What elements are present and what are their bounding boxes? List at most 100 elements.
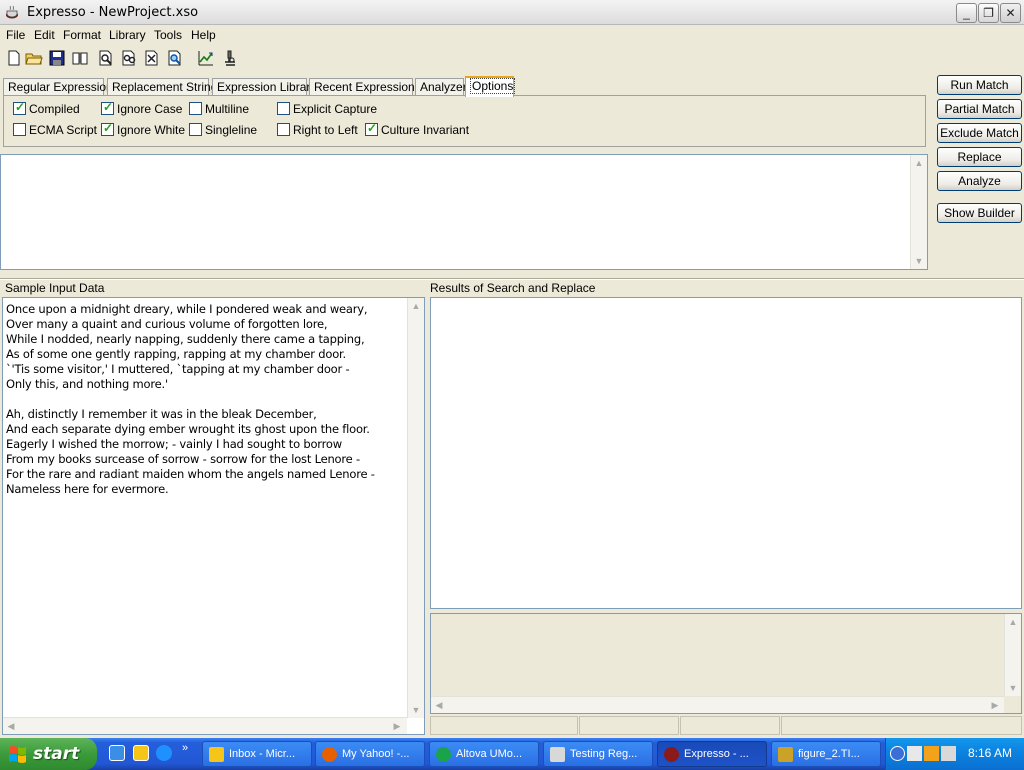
outlook-icon [209, 747, 224, 762]
find-next-icon[interactable] [120, 49, 138, 67]
analyze-button[interactable]: Analyze [937, 171, 1022, 191]
explicit-capture-checkbox[interactable] [277, 102, 290, 115]
scroll-right-icon[interactable]: ▶ [389, 718, 405, 734]
regex-editor[interactable]: ▲ ▼ [0, 154, 928, 270]
sample-input-line: Eagerly I wished the morrow; - vainly I … [6, 437, 342, 451]
singleline-checkbox[interactable] [189, 123, 202, 136]
ignore-case-checkbox[interactable] [101, 100, 114, 115]
tab-regular-expression[interactable]: Regular Expression [3, 78, 113, 96]
results-detail-pane[interactable]: ▲ ▼ ◀ ▶ [430, 613, 1022, 714]
status-panel [430, 716, 578, 735]
scroll-down-icon[interactable]: ▼ [408, 702, 424, 718]
ignore-white-checkbox[interactable] [101, 121, 114, 136]
window-title: Expresso - NewProject.xso [27, 5, 199, 20]
firefox-icon [322, 747, 337, 762]
menu-edit[interactable]: Edit [34, 28, 55, 42]
find-icon[interactable] [97, 49, 115, 67]
results-pane[interactable] [430, 297, 1022, 609]
scroll-up-icon[interactable]: ▲ [911, 155, 927, 171]
tab-analyzer[interactable]: Analyzer [415, 78, 467, 96]
close-button[interactable]: ✕ [1000, 3, 1021, 23]
save-icon[interactable] [48, 49, 66, 67]
start-button[interactable]: start [0, 738, 97, 770]
menu-format[interactable]: Format [63, 28, 101, 42]
scroll-down-icon[interactable]: ▼ [1005, 680, 1021, 696]
splitter[interactable] [0, 278, 1024, 280]
ecma-script-checkbox[interactable] [13, 123, 26, 136]
replace-button[interactable]: Replace [937, 147, 1022, 167]
menu-tools[interactable]: Tools [154, 28, 182, 42]
microscope-icon[interactable] [221, 49, 239, 67]
sample-input-line: Ah, distinctly I remember it was in the … [6, 407, 317, 421]
find-all-icon[interactable] [166, 49, 184, 67]
library-book-icon[interactable] [71, 49, 89, 67]
minimize-button[interactable]: _ [956, 3, 977, 23]
sample-input-line: Only this, and nothing more.' [6, 377, 168, 391]
expresso-window: Expresso - NewProject.xso _ ❐ ✕ File Edi… [0, 0, 1024, 738]
restore-icon: ❐ [983, 6, 994, 20]
menu-bar: File Edit Format Library Tools Help [0, 25, 1024, 44]
culture-invariant-checkbox[interactable] [365, 121, 378, 136]
partial-match-button[interactable]: Partial Match [937, 99, 1022, 119]
menu-help[interactable]: Help [191, 28, 216, 42]
open-folder-icon[interactable] [25, 49, 43, 67]
taskbar: start » Inbox - Micr... My Yahoo! -... A… [0, 738, 1024, 770]
tray-collapse-icon[interactable] [890, 746, 905, 761]
run-match-button[interactable]: Run Match [937, 75, 1022, 95]
status-panel [781, 716, 1022, 735]
scroll-right-icon[interactable]: ▶ [987, 697, 1003, 713]
restore-button[interactable]: ❐ [978, 3, 999, 23]
replace-icon[interactable] [143, 49, 161, 67]
clock: 8:16 AM [968, 746, 1013, 760]
title-bar: Expresso - NewProject.xso _ ❐ ✕ [0, 0, 1024, 25]
sample-input-line: For the rare and radiant maiden whom the… [6, 467, 375, 481]
ignore-case-label: Ignore Case [117, 102, 183, 116]
task-testing-reg[interactable]: Testing Reg... [543, 741, 653, 767]
task-inbox[interactable]: Inbox - Micr... [202, 741, 312, 767]
show-builder-button[interactable]: Show Builder [937, 203, 1022, 223]
windows-flag-icon [9, 746, 26, 763]
scroll-up-icon[interactable]: ▲ [1005, 614, 1021, 630]
task-altova[interactable]: Altova UMo... [429, 741, 539, 767]
quicklaunch-more-icon[interactable]: » [182, 742, 188, 754]
tab-recent-expressions[interactable]: Recent Expressions [309, 78, 421, 96]
regex-editor-scrollbar[interactable]: ▲ ▼ [910, 155, 927, 269]
tray-u3-icon[interactable] [924, 746, 939, 761]
menu-library[interactable]: Library [109, 28, 146, 42]
right-to-left-checkbox[interactable] [277, 123, 290, 136]
sample-input-line: Nameless here for evermore. [6, 482, 169, 496]
task-my-yahoo[interactable]: My Yahoo! -... [315, 741, 425, 767]
status-panel [579, 716, 679, 735]
sample-input-label: Sample Input Data [5, 281, 105, 295]
sample-input-textarea[interactable]: Once upon a midnight dreary, while I pon… [2, 297, 425, 735]
document-icon [550, 747, 565, 762]
results-detail-vscrollbar[interactable]: ▲ ▼ [1004, 614, 1021, 696]
compiled-checkbox[interactable] [13, 100, 26, 115]
multiline-label: Multiline [205, 102, 250, 116]
sample-input-vscrollbar[interactable]: ▲ ▼ [407, 298, 424, 718]
scroll-down-icon[interactable]: ▼ [911, 253, 927, 269]
close-icon: ✕ [1005, 6, 1016, 20]
scroll-left-icon[interactable]: ◀ [3, 718, 19, 734]
scroll-up-icon[interactable]: ▲ [408, 298, 424, 314]
tray-network-icon[interactable] [907, 746, 922, 761]
multiline-checkbox[interactable] [189, 102, 202, 115]
task-expresso[interactable]: Expresso - ... [657, 741, 767, 767]
tab-expression-library[interactable]: Expression Library [212, 78, 316, 96]
chart-icon[interactable] [197, 49, 215, 67]
tray-device-icon[interactable] [941, 746, 956, 761]
new-file-icon[interactable] [5, 49, 23, 67]
scroll-left-icon[interactable]: ◀ [431, 697, 447, 713]
menu-file[interactable]: File [6, 28, 25, 42]
quicklaunch-ie-icon[interactable] [156, 745, 172, 761]
results-detail-hscrollbar[interactable]: ◀ ▶ [431, 696, 1004, 713]
culture-invariant-label: Culture Invariant [381, 123, 470, 137]
tab-options[interactable]: Options [465, 76, 516, 97]
sample-input-hscrollbar[interactable]: ◀ ▶ [3, 717, 407, 734]
exclude-match-button[interactable]: Exclude Match [937, 123, 1022, 143]
tab-replacement-string[interactable]: Replacement String [107, 78, 217, 96]
quicklaunch-outlook-icon[interactable] [133, 745, 149, 761]
task-figure[interactable]: figure_2.TI... [771, 741, 881, 767]
task-label: My Yahoo! -... [342, 748, 410, 760]
quicklaunch-desktop-icon[interactable] [109, 745, 125, 761]
